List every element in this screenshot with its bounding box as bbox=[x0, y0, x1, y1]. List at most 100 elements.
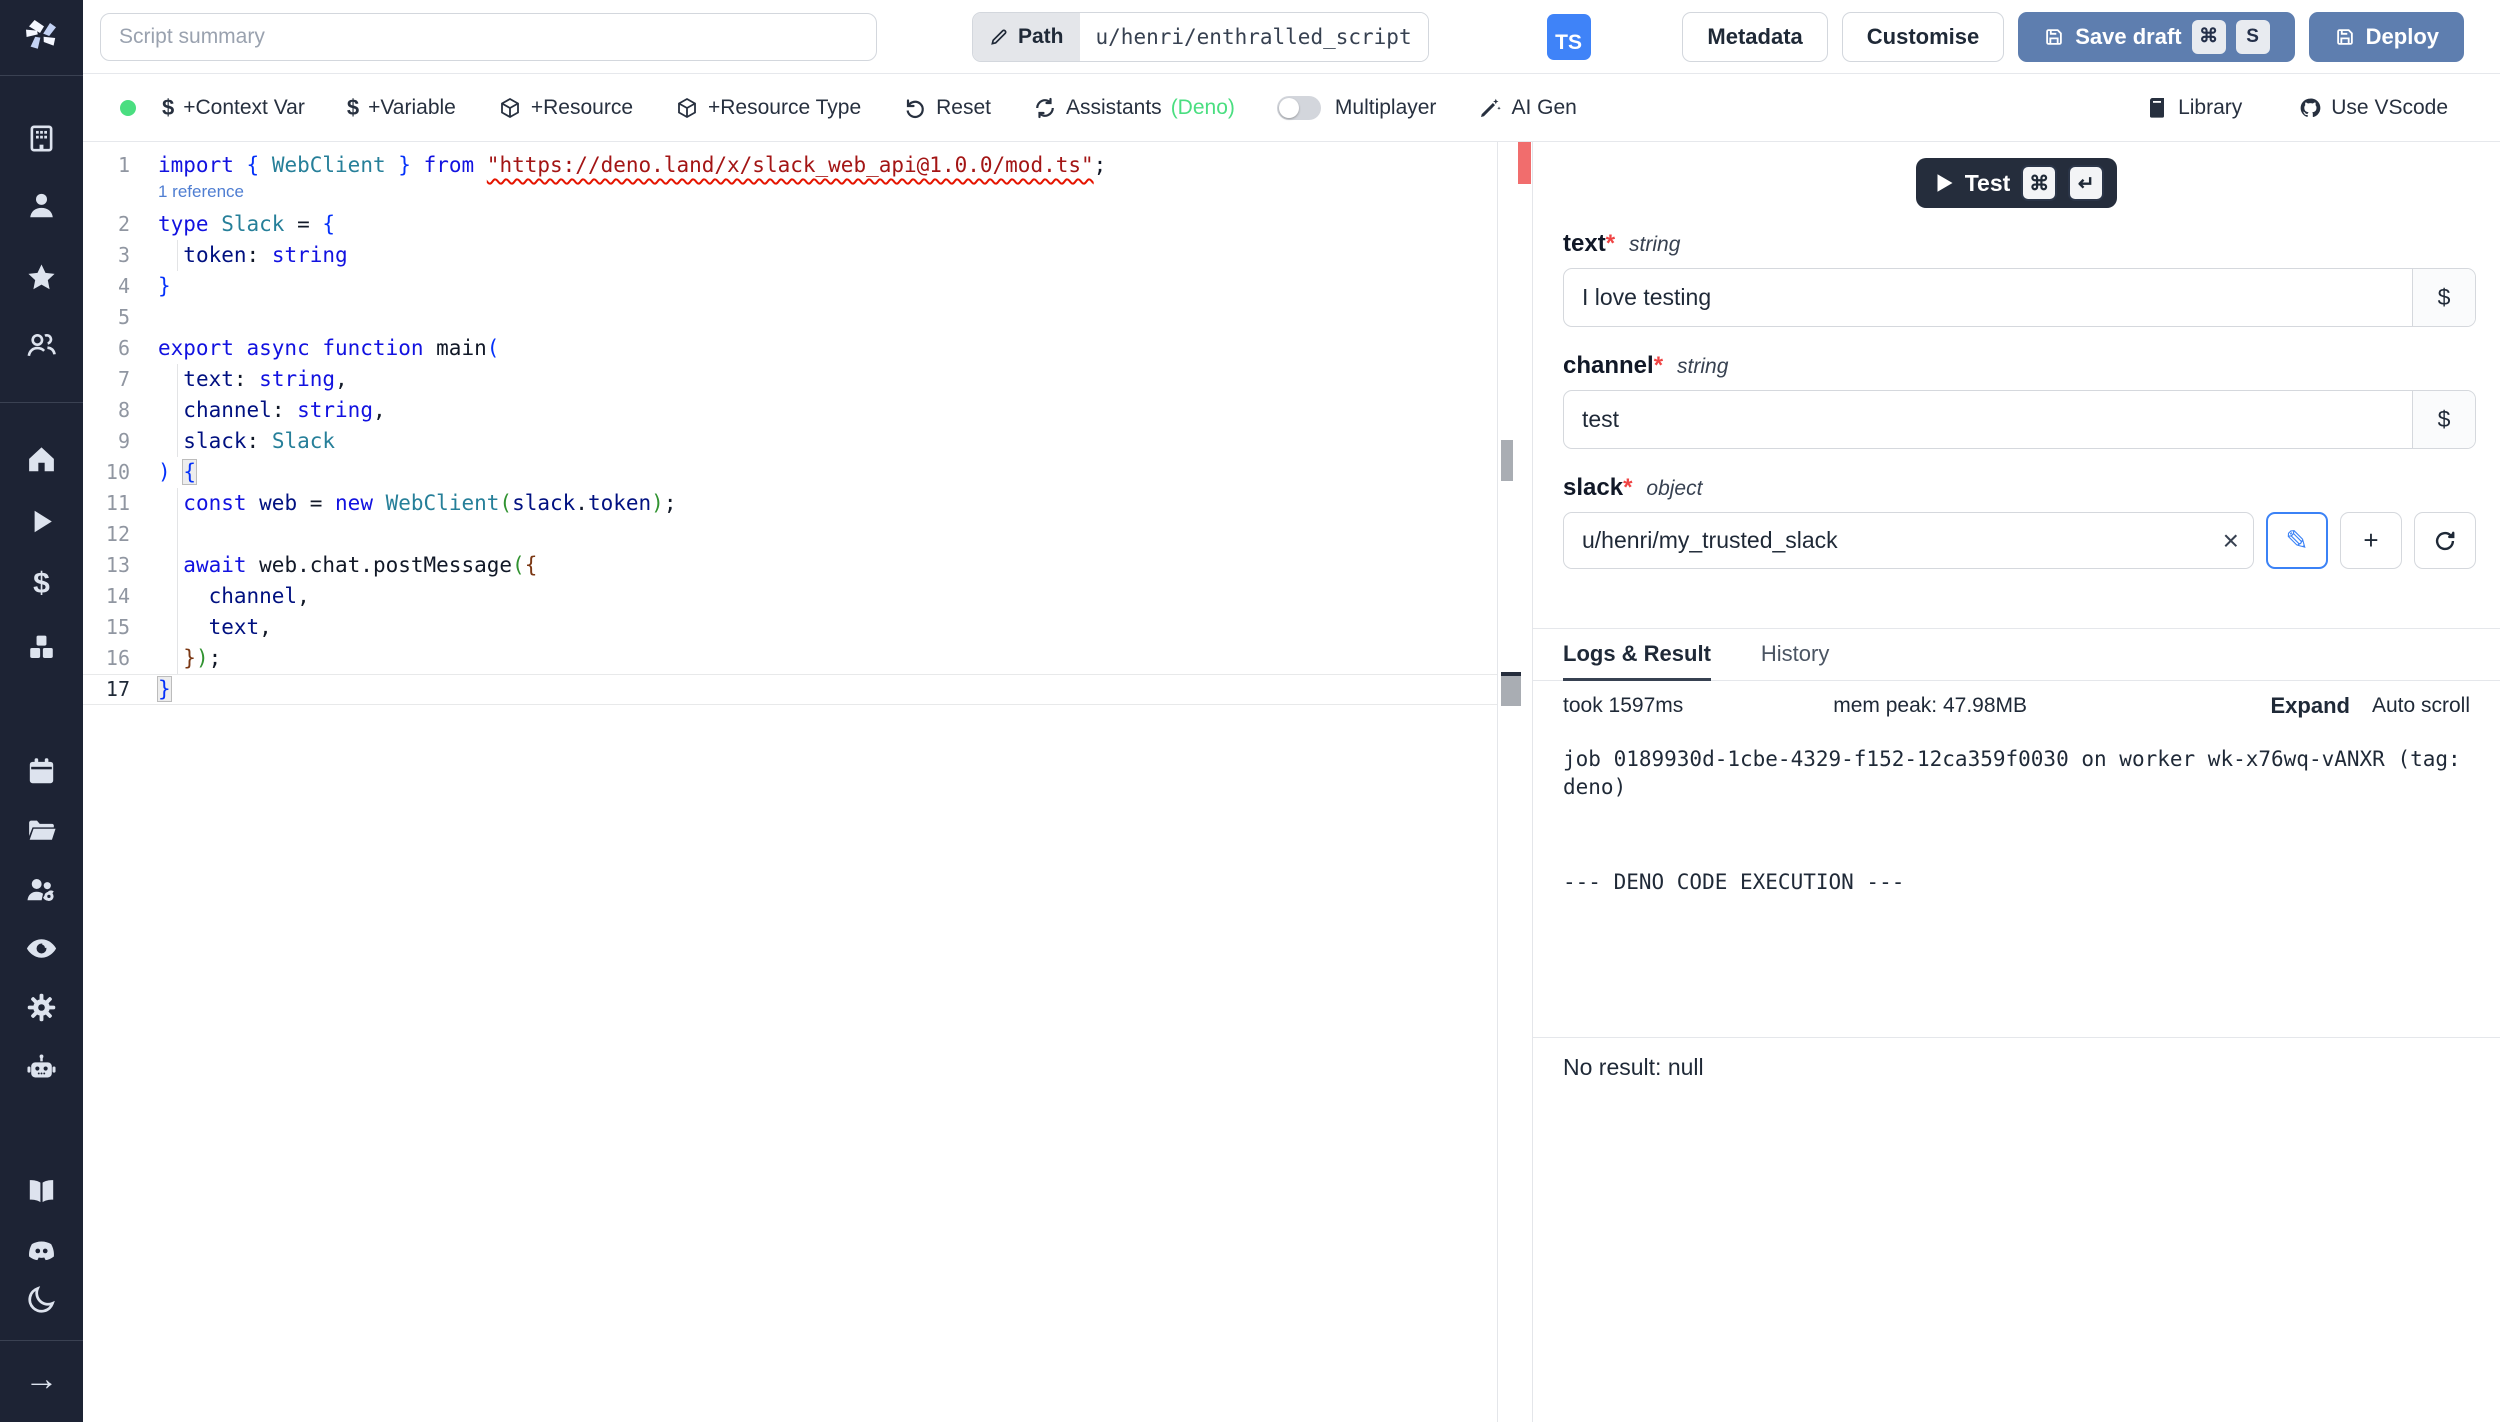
clear-resource-icon[interactable]: × bbox=[2223, 527, 2239, 555]
add-variable-button[interactable]: $ +Variable bbox=[347, 95, 456, 121]
code-text[interactable]: token: string bbox=[158, 240, 1497, 271]
multiplayer-label[interactable]: Multiplayer bbox=[1335, 96, 1437, 120]
expand-button[interactable]: Expand bbox=[2270, 693, 2349, 719]
sidebar-item-folders[interactable] bbox=[24, 812, 60, 848]
add-context-var-button[interactable]: $ +Context Var bbox=[162, 95, 305, 121]
code-text[interactable]: } bbox=[158, 674, 1497, 705]
code-editor[interactable]: 1 import { WebClient } from "https://deno… bbox=[83, 142, 1497, 1422]
ai-gen-label: AI Gen bbox=[1511, 96, 1576, 120]
code-text[interactable]: ) { bbox=[158, 457, 1497, 488]
code-text[interactable]: text, bbox=[158, 612, 1497, 643]
code-line[interactable]: 3 token: string bbox=[83, 240, 1497, 271]
scrollbar-thumb[interactable] bbox=[1501, 440, 1513, 481]
sidebar-collapse-toggle[interactable]: → bbox=[24, 1361, 60, 1397]
code-line[interactable]: 16 }); bbox=[83, 643, 1497, 674]
code-line[interactable]: 14 channel, bbox=[83, 581, 1497, 612]
sidebar-item-schedules[interactable] bbox=[24, 753, 60, 789]
code-text[interactable]: text: string, bbox=[158, 364, 1497, 395]
code-text[interactable]: export async function main( bbox=[158, 333, 1497, 364]
windmill-logo-icon[interactable] bbox=[18, 10, 66, 58]
add-resource-button[interactable]: +Resource bbox=[498, 96, 633, 120]
code-line[interactable]: 7 text: string, bbox=[83, 364, 1497, 395]
sidebar-item-user[interactable] bbox=[24, 187, 60, 223]
code-line[interactable]: 1 import { WebClient } from "https://deno… bbox=[83, 150, 1497, 181]
metadata-button[interactable]: Metadata bbox=[1682, 12, 1827, 62]
code-line[interactable]: 6export async function main( bbox=[83, 333, 1497, 364]
sidebar-item-home[interactable] bbox=[24, 441, 60, 477]
tab-logs-result[interactable]: Logs & Result bbox=[1563, 641, 1711, 681]
save-draft-button[interactable]: Save draft ⌘ S bbox=[2018, 12, 2294, 62]
splitter-drag-handle[interactable] bbox=[1501, 672, 1521, 706]
slack-resource-input[interactable] bbox=[1564, 513, 2253, 568]
code-text[interactable]: slack: Slack bbox=[158, 426, 1497, 457]
sidebar-item-audit-logs[interactable] bbox=[24, 930, 60, 966]
ai-gen-button[interactable]: AI Gen bbox=[1478, 96, 1576, 120]
code-line[interactable]: 13 await web.chat.postMessage({ bbox=[83, 550, 1497, 581]
code-text[interactable]: type Slack = { bbox=[158, 209, 1497, 240]
script-summary-input[interactable] bbox=[100, 13, 877, 61]
sidebar-item-groups[interactable] bbox=[24, 871, 60, 907]
code-line[interactable]: 17} bbox=[83, 674, 1497, 705]
s-key: S bbox=[2236, 20, 2270, 54]
code-text[interactable]: channel, bbox=[158, 581, 1497, 612]
line-number: 5 bbox=[83, 302, 130, 333]
text-arg-input[interactable] bbox=[1564, 269, 2412, 326]
code-text[interactable]: }); bbox=[158, 643, 1497, 674]
script-path-control[interactable]: Path u/henri/enthralled_script bbox=[972, 12, 1429, 62]
sidebar-item-runs[interactable] bbox=[24, 503, 60, 539]
sidebar-item-discord[interactable] bbox=[24, 1233, 60, 1269]
sidebar-item-theme-toggle[interactable] bbox=[24, 1281, 60, 1317]
insert-variable-button[interactable]: $ bbox=[2412, 391, 2475, 448]
line-number: 1 bbox=[83, 150, 130, 181]
customise-button[interactable]: Customise bbox=[1842, 12, 2004, 62]
tab-history[interactable]: History bbox=[1761, 641, 1829, 680]
code-line[interactable]: 2type Slack = { bbox=[83, 209, 1497, 240]
test-button[interactable]: Test ⌘ ↵ bbox=[1916, 158, 2118, 208]
path-value[interactable]: u/henri/enthralled_script bbox=[1080, 13, 1428, 61]
add-resource-button[interactable]: + bbox=[2340, 512, 2402, 569]
sidebar-item-members[interactable] bbox=[24, 327, 60, 363]
edit-resource-button[interactable]: ✎ bbox=[2266, 512, 2328, 569]
code-text[interactable]: channel: string, bbox=[158, 395, 1497, 426]
reset-button[interactable]: Reset bbox=[903, 96, 991, 120]
line-number: 16 bbox=[83, 643, 130, 674]
dollar-icon: $ bbox=[162, 95, 174, 121]
log-line: job 0189930d-1cbe-4329-f152-12ca359f0030… bbox=[1563, 745, 2468, 802]
code-line[interactable]: 9 slack: Slack bbox=[83, 426, 1497, 457]
add-resource-type-button[interactable]: +Resource Type bbox=[675, 96, 861, 120]
sidebar-item-settings[interactable] bbox=[24, 989, 60, 1025]
code-text[interactable]: await web.chat.postMessage({ bbox=[158, 550, 1497, 581]
sidebar-item-workers[interactable] bbox=[24, 1050, 60, 1086]
multiplayer-toggle[interactable] bbox=[1277, 96, 1321, 120]
insert-variable-button[interactable]: $ bbox=[2412, 269, 2475, 326]
codelens-references[interactable]: 1 reference bbox=[83, 181, 1497, 209]
code-line[interactable]: 12 bbox=[83, 519, 1497, 550]
sidebar-item-resources[interactable] bbox=[24, 629, 60, 665]
code-text[interactable]: import { WebClient } from "https://deno.… bbox=[158, 150, 1497, 181]
line-number: 7 bbox=[83, 364, 130, 395]
code-text[interactable] bbox=[158, 302, 1497, 333]
code-text[interactable]: const web = new WebClient(slack.token); bbox=[158, 488, 1497, 519]
editor-splitter[interactable] bbox=[1497, 142, 1533, 1422]
code-line[interactable]: 10) { bbox=[83, 457, 1497, 488]
code-line[interactable]: 4} bbox=[83, 271, 1497, 302]
library-button[interactable]: Library bbox=[2145, 96, 2242, 120]
code-line[interactable]: 11 const web = new WebClient(slack.token… bbox=[83, 488, 1497, 519]
use-vscode-button[interactable]: Use VScode bbox=[2298, 96, 2448, 120]
assistants-button[interactable]: Assistants (Deno) bbox=[1033, 96, 1235, 120]
refresh-resource-button[interactable] bbox=[2414, 512, 2476, 569]
deploy-button[interactable]: Deploy bbox=[2309, 12, 2464, 62]
sidebar-item-favorites[interactable] bbox=[24, 259, 60, 295]
path-label[interactable]: Path bbox=[973, 13, 1080, 61]
code-line[interactable]: 15 text, bbox=[83, 612, 1497, 643]
sidebar-item-variables[interactable]: $ bbox=[24, 566, 60, 602]
sidebar-item-workspace[interactable] bbox=[24, 120, 60, 156]
sidebar-item-docs[interactable] bbox=[24, 1173, 60, 1209]
auto-scroll-toggle[interactable]: Auto scroll bbox=[2372, 694, 2470, 718]
code-text[interactable] bbox=[158, 519, 1497, 550]
code-line[interactable]: 5 bbox=[83, 302, 1497, 333]
line-number: 15 bbox=[83, 612, 130, 643]
code-line[interactable]: 8 channel: string, bbox=[83, 395, 1497, 426]
channel-arg-input[interactable] bbox=[1564, 391, 2412, 448]
code-text[interactable]: } bbox=[158, 271, 1497, 302]
